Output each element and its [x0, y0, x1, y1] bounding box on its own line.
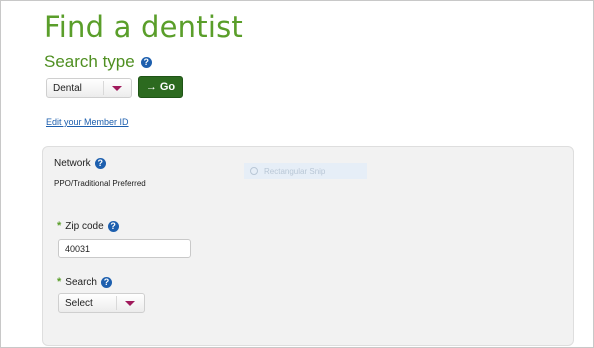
help-icon[interactable]: ?: [100, 276, 112, 288]
zip-code-label: Zip code: [65, 220, 104, 232]
page-title: Find a dentist: [44, 10, 243, 44]
chevron-down-icon: [125, 300, 135, 306]
help-icon[interactable]: ?: [94, 158, 106, 169]
zip-code-input[interactable]: 40031: [58, 239, 191, 258]
search-select[interactable]: Select: [58, 293, 145, 313]
network-value: PPO/Traditional Preferred: [54, 179, 146, 188]
required-marker: *: [57, 220, 62, 232]
search-label-row: * Search ?: [57, 276, 112, 288]
go-button-label: Go: [159, 81, 176, 93]
arrow-right-icon: →: [145, 81, 157, 93]
select-divider: [103, 81, 104, 95]
go-button[interactable]: → Go: [138, 76, 183, 98]
search-type-heading: Search type ?: [44, 52, 152, 72]
network-label: Network: [54, 158, 91, 169]
search-type-label: Search type: [44, 52, 135, 71]
help-icon[interactable]: ?: [107, 220, 119, 232]
snip-icon: [250, 167, 258, 175]
search-label: Search: [65, 276, 97, 288]
search-type-select[interactable]: Dental: [46, 78, 132, 98]
snip-overlay: Rectangular Snip: [244, 163, 367, 179]
help-icon[interactable]: ?: [140, 56, 152, 68]
required-marker: *: [57, 276, 62, 288]
select-divider: [116, 296, 117, 310]
search-select-value: Select: [65, 297, 93, 309]
network-label-row: Network ?: [54, 158, 106, 169]
search-type-value: Dental: [53, 82, 82, 94]
edit-member-id-link[interactable]: Edit your Member ID: [46, 117, 129, 127]
zip-code-label-row: * Zip code ?: [57, 220, 119, 232]
snip-overlay-label: Rectangular Snip: [264, 166, 326, 176]
chevron-down-icon: [112, 85, 122, 91]
